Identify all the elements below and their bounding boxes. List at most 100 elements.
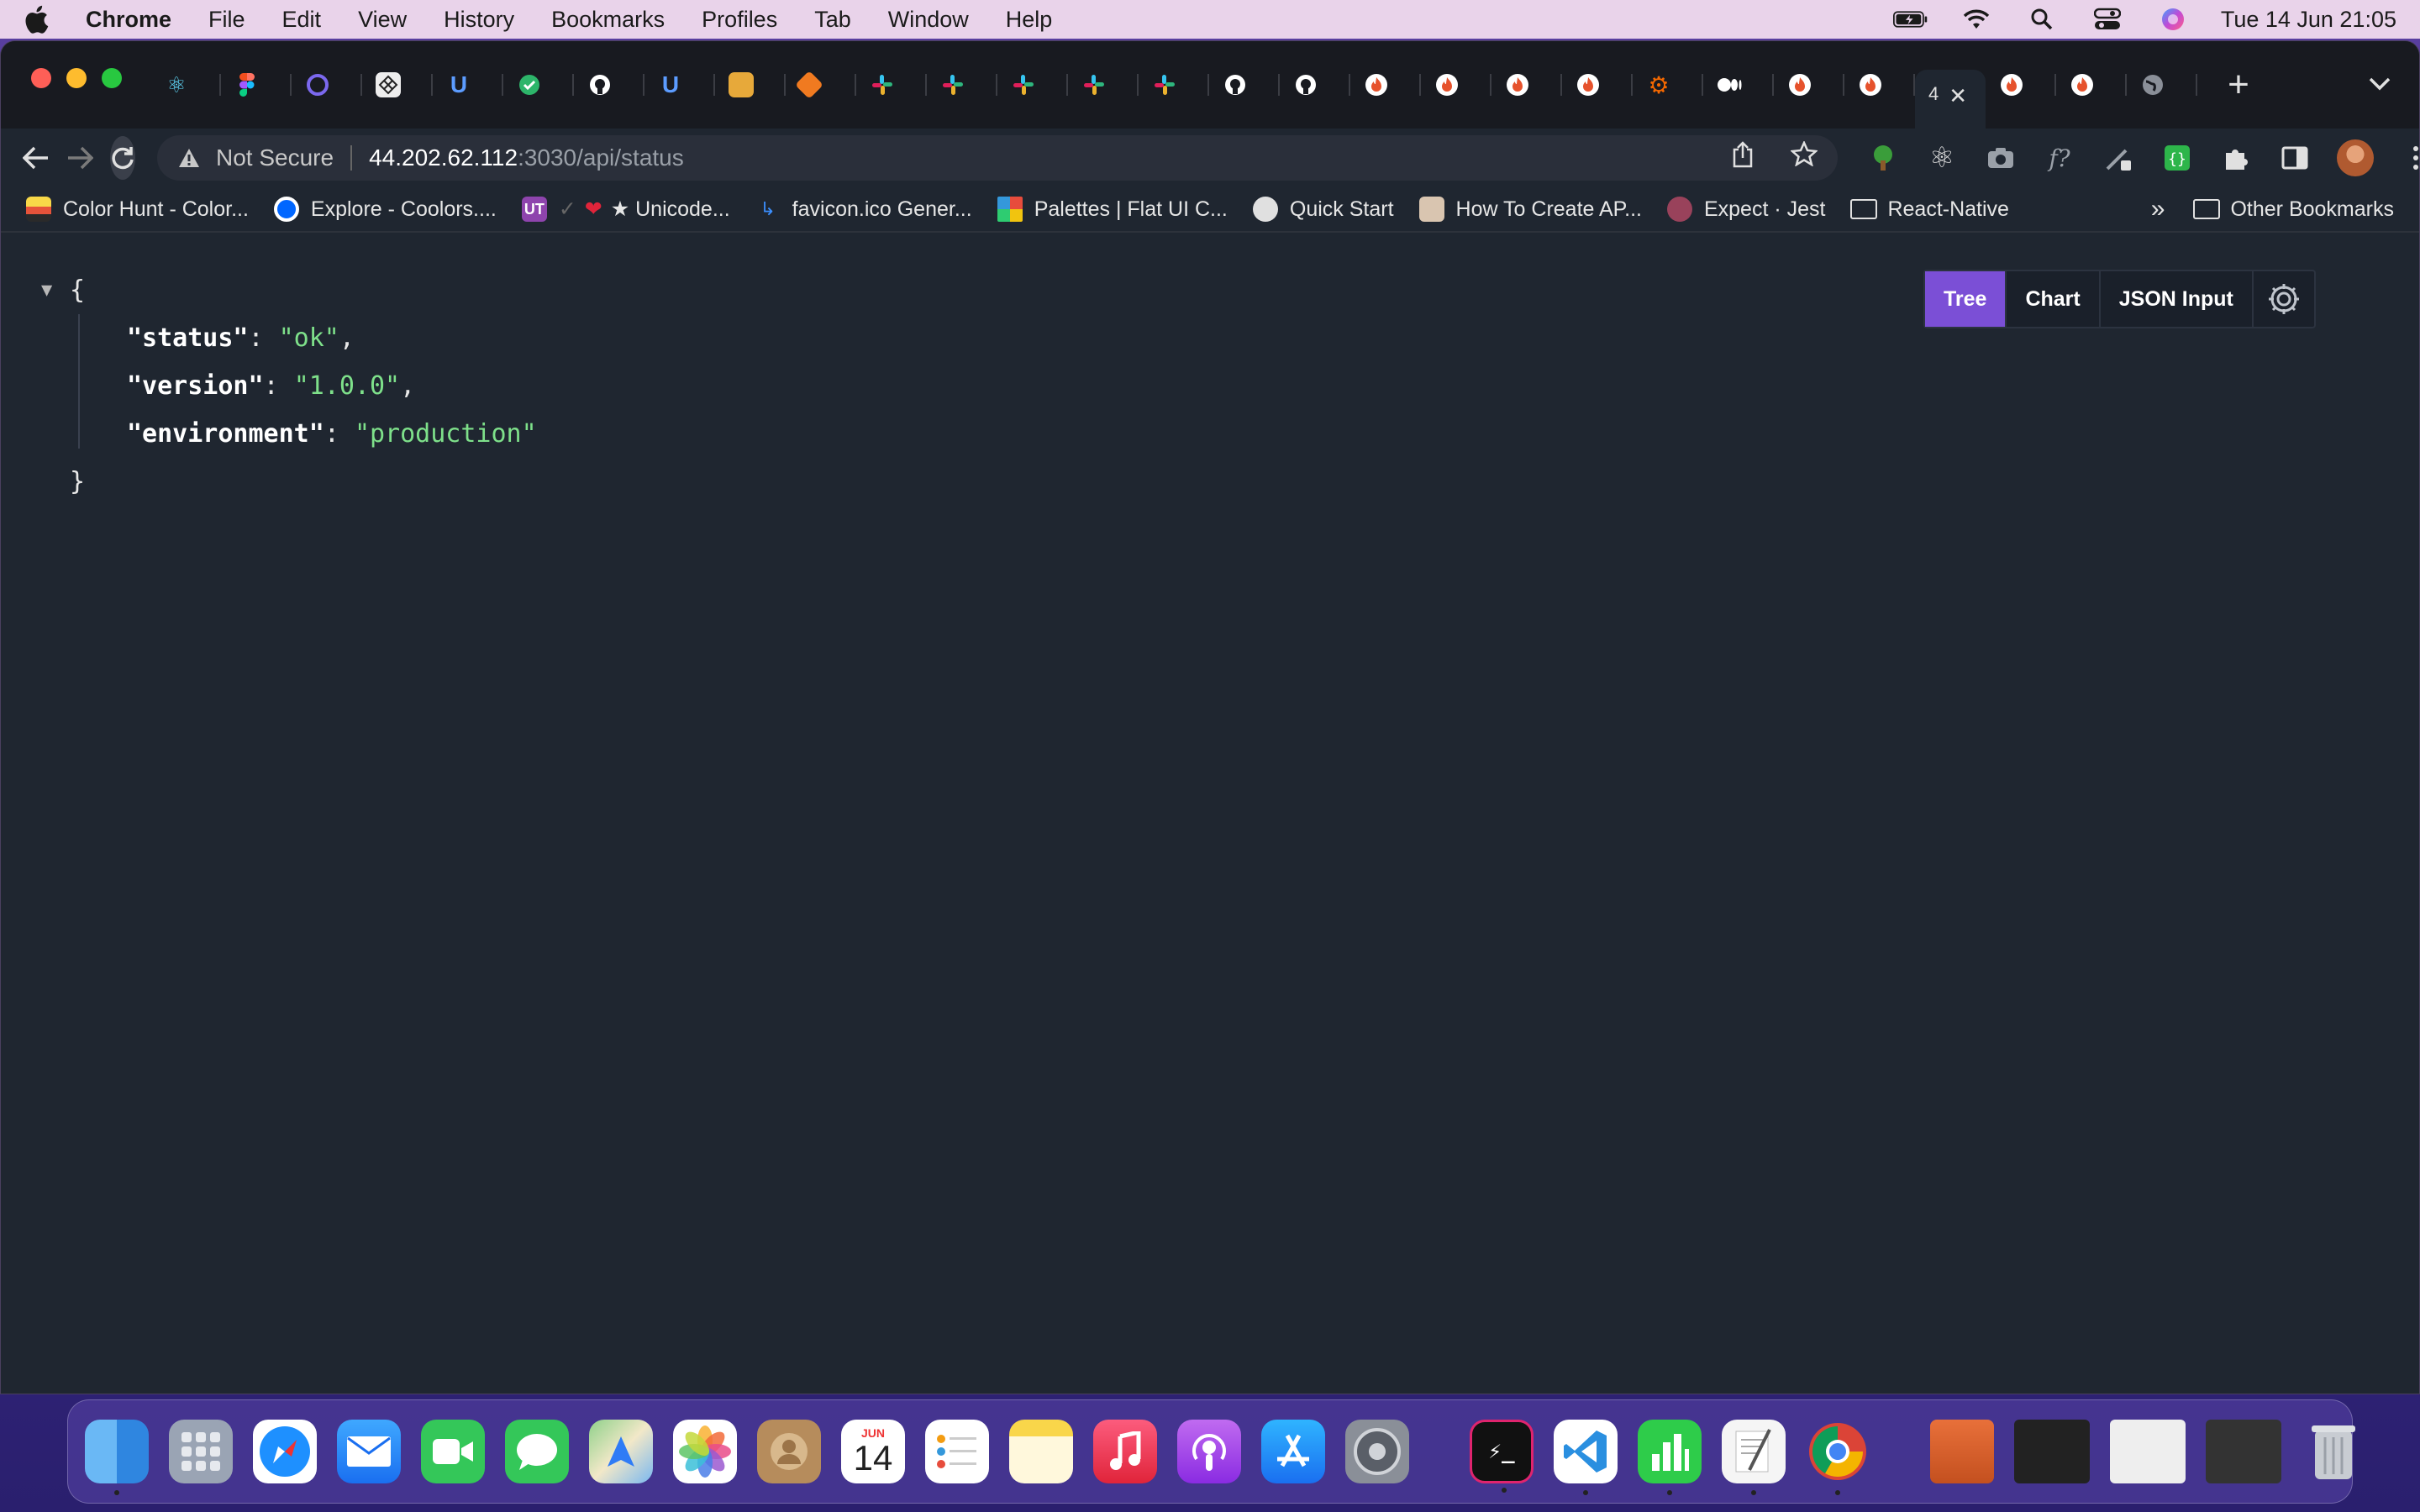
reminders-icon[interactable] [925, 1420, 989, 1483]
window-thumbnail-finder[interactable] [2206, 1420, 2281, 1483]
tab-check[interactable] [503, 59, 574, 111]
tab-globe[interactable] [2127, 59, 2197, 111]
tab-slack-1[interactable] [856, 59, 927, 111]
bookmark-jest[interactable]: Expect · Jest [1666, 197, 1825, 222]
bookmark-quick-start[interactable]: Quick Start [1252, 197, 1394, 222]
textedit-icon[interactable] [1722, 1420, 1786, 1495]
calendar-icon[interactable]: JUN 14 [841, 1420, 905, 1483]
address-bar[interactable]: Not Secure 44.202.62.112:3030/api/status [157, 135, 1838, 181]
hyper-terminal-icon[interactable]: ⚡_ [1470, 1420, 1534, 1493]
settings-gear-icon[interactable] [2254, 271, 2314, 327]
bookmark-how-to-create-api[interactable]: How To Create AP... [1418, 197, 1642, 222]
chrome-dock-icon[interactable] [1806, 1420, 1870, 1495]
menu-help[interactable]: Help [1006, 7, 1053, 33]
notes-icon[interactable] [1009, 1420, 1073, 1483]
json-formatter-icon[interactable]: {} [2160, 141, 2194, 175]
maps-icon[interactable] [589, 1420, 653, 1483]
tab-search-menu-icon[interactable] [2369, 70, 2391, 97]
tab-slack-5[interactable] [1139, 59, 1209, 111]
tab-github-2[interactable] [1209, 59, 1280, 111]
control-center-icon[interactable] [2090, 7, 2125, 32]
tab-prometheus-8[interactable] [2056, 59, 2127, 111]
menu-view[interactable]: View [358, 7, 407, 33]
vscode-icon[interactable] [1554, 1420, 1618, 1495]
forward-button[interactable] [66, 139, 93, 176]
new-tab-button[interactable]: + [2216, 64, 2261, 106]
menu-tab[interactable]: Tab [814, 7, 851, 33]
tab-prometheus-5[interactable] [1774, 59, 1844, 111]
tab-prometheus-7[interactable] [1986, 59, 2056, 111]
downloads-folder-icon[interactable] [1930, 1420, 1994, 1483]
menu-edit[interactable]: Edit [282, 7, 322, 33]
menu-history[interactable]: History [444, 7, 514, 33]
tab-active-api-status[interactable]: 4 ✕ [1915, 70, 1986, 129]
tree-view-tab[interactable]: Tree [1925, 271, 2007, 327]
tab-prometheus-4[interactable] [1562, 59, 1633, 111]
bookmark-coolors[interactable]: Explore - Coolors.... [273, 197, 497, 222]
bookmark-star-icon[interactable] [1789, 139, 1819, 175]
warning-triangle-icon[interactable] [177, 146, 201, 170]
tab-box-1[interactable] [715, 59, 786, 111]
json-entry-status[interactable]: "status": "ok", [43, 314, 537, 362]
menu-app-name[interactable]: Chrome [86, 7, 171, 33]
close-tab-icon[interactable]: ✕ [1949, 83, 1967, 109]
bookmark-favicon-generator[interactable]: ↳ favicon.ico Gener... [755, 197, 971, 222]
podcasts-icon[interactable] [1177, 1420, 1241, 1483]
menu-window[interactable]: Window [888, 7, 969, 33]
camera-icon[interactable] [1984, 141, 2018, 175]
bookmark-unicode[interactable]: UT ✓ ❤ ★ Unicode... [521, 197, 730, 222]
contacts-icon[interactable] [757, 1420, 821, 1483]
profile-avatar[interactable] [2337, 139, 2374, 176]
tab-prometheus-6[interactable] [1844, 59, 1915, 111]
window-thumbnail-numbers[interactable] [2110, 1420, 2186, 1483]
finder-icon[interactable] [85, 1420, 149, 1495]
share-icon[interactable] [1732, 141, 1754, 175]
json-input-tab[interactable]: JSON Input [2101, 271, 2254, 327]
system-preferences-icon[interactable] [1345, 1420, 1409, 1483]
collapse-toggle-icon[interactable]: ▼ [41, 266, 52, 314]
spotlight-search-icon[interactable] [2024, 7, 2060, 32]
pen-tool-icon[interactable] [2102, 141, 2135, 175]
back-button[interactable] [23, 139, 50, 176]
minimize-window-button[interactable] [66, 68, 87, 88]
security-status-label[interactable]: Not Secure [216, 144, 334, 171]
bookmarks-overflow-button[interactable]: » [2151, 195, 2165, 223]
tab-eclipse[interactable] [292, 59, 362, 111]
battery-icon[interactable] [1892, 7, 1928, 32]
tab-diamond[interactable] [362, 59, 433, 111]
side-panel-icon[interactable] [2278, 141, 2312, 175]
tab-slack-3[interactable] [997, 59, 1068, 111]
json-entry-environment[interactable]: "environment": "production" [43, 410, 537, 458]
tab-grafana[interactable]: ⚙ [1633, 59, 1703, 111]
menubar-clock[interactable]: Tue 14 Jun 21:05 [2221, 7, 2396, 33]
zoom-window-button[interactable] [102, 68, 122, 88]
tab-prometheus-2[interactable] [1421, 59, 1491, 111]
safari-icon[interactable] [253, 1420, 317, 1483]
json-entry-version[interactable]: "version": "1.0.0", [43, 362, 537, 410]
tab-udemy-2[interactable]: U [644, 59, 715, 111]
tab-udemy-1[interactable]: U [433, 59, 503, 111]
chart-view-tab[interactable]: Chart [2007, 271, 2101, 327]
react-devtools-icon[interactable]: ⚛ [1925, 141, 1959, 175]
mail-icon[interactable] [337, 1420, 401, 1483]
facetime-icon[interactable] [421, 1420, 485, 1483]
other-bookmarks-folder[interactable]: Other Bookmarks [2193, 197, 2394, 222]
tab-slack-2[interactable] [927, 59, 997, 111]
extensions-puzzle-icon[interactable] [2219, 141, 2253, 175]
close-window-button[interactable] [31, 68, 51, 88]
tab-github-3[interactable] [1280, 59, 1350, 111]
music-icon[interactable] [1093, 1420, 1157, 1483]
tab-prometheus-3[interactable] [1491, 59, 1562, 111]
tab-box-2[interactable] [786, 59, 856, 111]
function-icon[interactable]: f? [2043, 141, 2076, 175]
menu-bookmarks[interactable]: Bookmarks [551, 7, 665, 33]
bookmark-flat-ui[interactable]: Palettes | Flat UI C... [997, 197, 1228, 222]
tree-extension-icon[interactable] [1866, 141, 1900, 175]
tab-prometheus-1[interactable] [1350, 59, 1421, 111]
numbers-icon[interactable] [1638, 1420, 1702, 1495]
wifi-icon[interactable] [1959, 7, 1994, 32]
messages-icon[interactable] [505, 1420, 569, 1483]
apple-menu-icon[interactable] [24, 5, 49, 34]
bookmark-color-hunt[interactable]: Color Hunt - Color... [26, 197, 249, 222]
tab-react[interactable]: ⚛ [150, 59, 221, 111]
